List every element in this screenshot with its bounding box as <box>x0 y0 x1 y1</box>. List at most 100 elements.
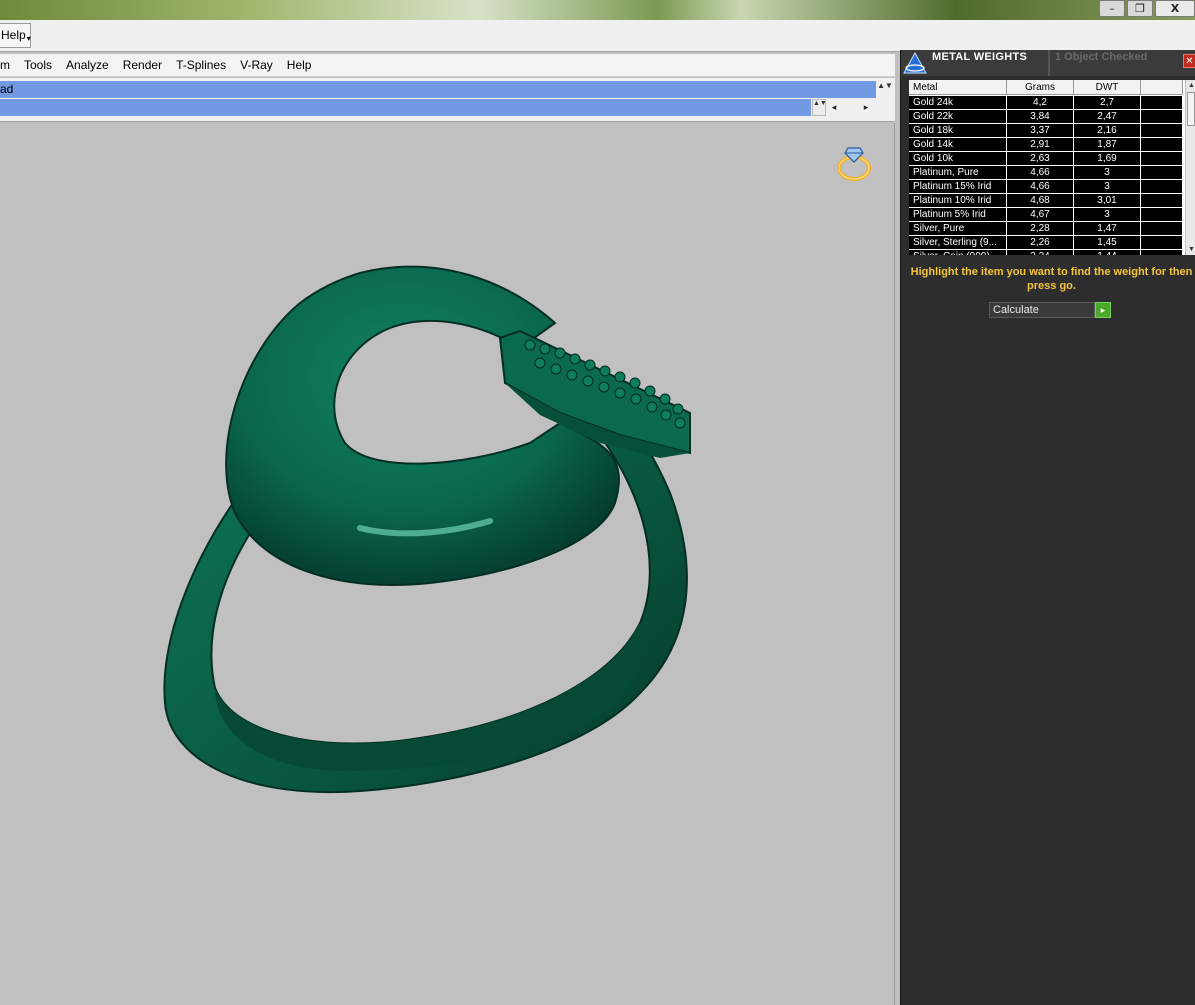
panel-title: METAL WEIGHTS <box>932 51 1028 63</box>
cell-dwt: 1,47 <box>1074 222 1141 235</box>
cell-empty <box>1141 236 1183 249</box>
help-dropdown-label: Help <box>1 28 26 42</box>
table-row[interactable]: Gold 24k 4,2 2,7 <box>909 96 1183 110</box>
table-body: Gold 24k 4,2 2,7 Gold 22k 3,84 2,47 Gold 18k 3,… <box>909 96 1183 255</box>
column-header-metal[interactable]: Metal <box>909 80 1007 94</box>
cell-metal: Silver, Pure <box>909 222 1007 235</box>
cell-dwt: 3 <box>1074 208 1141 221</box>
cell-dwt: 3,01 <box>1074 194 1141 207</box>
cell-grams: 2,28 <box>1007 222 1074 235</box>
cell-empty <box>1141 250 1183 255</box>
minimize-button[interactable]: – <box>1099 0 1125 17</box>
cell-metal: Gold 14k <box>909 138 1007 151</box>
cell-grams: 2,63 <box>1007 152 1074 165</box>
table-row[interactable]: Platinum 5% Irid 4,67 3 <box>909 208 1183 222</box>
perspective-viewport[interactable] <box>0 123 895 1005</box>
command-history-scroll[interactable]: ▲▼ <box>877 81 893 98</box>
command-prompt-input[interactable] <box>0 99 811 116</box>
scroll-down-icon[interactable]: ▼ <box>1186 244 1195 255</box>
cell-empty <box>1141 124 1183 137</box>
menu-item-render[interactable]: Render <box>116 54 169 76</box>
cell-empty <box>1141 166 1183 179</box>
cell-empty <box>1141 152 1183 165</box>
cell-grams: 2,24 <box>1007 250 1074 255</box>
cell-grams: 4,68 <box>1007 194 1074 207</box>
cell-metal: Platinum, Pure <box>909 166 1007 179</box>
cell-dwt: 3 <box>1074 180 1141 193</box>
table-row[interactable]: Gold 14k 2,91 1,87 <box>909 138 1183 152</box>
cell-grams: 3,84 <box>1007 110 1074 123</box>
cell-empty <box>1141 180 1183 193</box>
menu-item-analyze[interactable]: Analyze <box>59 54 116 76</box>
cell-empty <box>1141 194 1183 207</box>
instruction-text: Highlight the item you want to find the … <box>910 266 1193 292</box>
scroll-up-icon[interactable]: ▲ <box>1186 80 1195 91</box>
object-status: 1 Object Checked <box>1055 51 1148 63</box>
cell-dwt: 1,69 <box>1074 152 1141 165</box>
cell-grams: 4,66 <box>1007 166 1074 179</box>
menu-item-t-splines[interactable]: T-Splines <box>169 54 233 76</box>
cell-metal: Gold 10k <box>909 152 1007 165</box>
ring-model[interactable] <box>0 123 895 1005</box>
chevron-down-icon: ▾ <box>26 34 31 43</box>
table-scrollbar[interactable]: ▲ ▼ <box>1185 80 1195 255</box>
close-window-button[interactable]: X <box>1155 0 1195 17</box>
cell-metal: Silver, Coin (900) <box>909 250 1007 255</box>
diamond-ring-icon[interactable] <box>832 140 876 184</box>
cell-metal: Gold 24k <box>909 96 1007 109</box>
go-button[interactable]: ▸ <box>1095 302 1111 318</box>
cell-empty <box>1141 110 1183 123</box>
table-row[interactable]: Silver, Pure 2,28 1,47 <box>909 222 1183 236</box>
help-dropdown-button[interactable]: Help▾ <box>0 23 31 48</box>
cell-grams: 2,91 <box>1007 138 1074 151</box>
table-row[interactable]: Gold 10k 2,63 1,69 <box>909 152 1183 166</box>
calculate-control: Calculate ▸ <box>989 302 1112 318</box>
cell-grams: 4,66 <box>1007 180 1074 193</box>
menu-item-m[interactable]: m <box>0 54 17 76</box>
scroll-right-icon[interactable]: ▸ <box>858 99 874 116</box>
cell-grams: 2,26 <box>1007 236 1074 249</box>
cell-dwt: 2,16 <box>1074 124 1141 137</box>
cell-metal: Platinum 5% Irid <box>909 208 1007 221</box>
cell-empty <box>1141 222 1183 235</box>
cell-grams: 4,2 <box>1007 96 1074 109</box>
menu-item-tools[interactable]: Tools <box>17 54 59 76</box>
scrollbar-thumb[interactable] <box>1187 92 1195 126</box>
table-row[interactable]: Gold 22k 3,84 2,47 <box>909 110 1183 124</box>
weights-table: Metal Grams DWT Gold 24k 4,2 2,7 Gold 22k 3,… <box>909 80 1195 255</box>
menu-item-v-ray[interactable]: V-Ray <box>233 54 280 76</box>
close-icon[interactable]: ✕ <box>1183 54 1195 68</box>
cell-dwt: 1,87 <box>1074 138 1141 151</box>
cell-dwt: 1,44 <box>1074 250 1141 255</box>
cell-dwt: 1,45 <box>1074 236 1141 249</box>
column-header-dwt[interactable]: DWT <box>1074 80 1141 94</box>
cell-metal: Platinum 15% Irid <box>909 180 1007 193</box>
column-header-grams[interactable]: Grams <box>1007 80 1074 94</box>
table-row[interactable]: Silver, Coin (900)2,241,44 <box>909 250 1183 255</box>
cell-metal: Silver, Sterling (9... <box>909 236 1007 249</box>
table-header: Metal Grams DWT <box>909 80 1183 95</box>
column-header-empty <box>1141 80 1183 94</box>
cell-metal: Gold 22k <box>909 110 1007 123</box>
toolbar-strip: Help▾ <box>0 20 1195 52</box>
panel-header: METAL WEIGHTS 1 Object Checked ✕ <box>901 50 1195 76</box>
table-row[interactable]: Silver, Sterling (9... 2,26 1,45 <box>909 236 1183 250</box>
cell-grams: 4,67 <box>1007 208 1074 221</box>
scroll-left-icon[interactable]: ◂ <box>826 99 842 116</box>
table-row[interactable]: Platinum 15% Irid 4,66 3 <box>909 180 1183 194</box>
command-spin-icon[interactable]: ▲▼ <box>812 99 827 116</box>
cell-empty <box>1141 96 1183 109</box>
cell-dwt: 2,47 <box>1074 110 1141 123</box>
cell-dwt: 3 <box>1074 166 1141 179</box>
calculate-select[interactable]: Calculate <box>989 302 1095 318</box>
app-logo-icon <box>903 52 927 74</box>
restore-button[interactable]: ❐ <box>1127 0 1153 17</box>
table-row[interactable]: Gold 18k 3,37 2,16 <box>909 124 1183 138</box>
command-area: ad ▲▼ ▲▼ ◂ ▸ <box>0 78 895 122</box>
table-row[interactable]: Platinum, Pure 4,66 3 <box>909 166 1183 180</box>
menu-item-help[interactable]: Help <box>280 54 319 76</box>
table-row[interactable]: Platinum 10% Irid 4,68 3,01 <box>909 194 1183 208</box>
header-divider <box>1048 50 1050 76</box>
command-history-line: ad <box>0 81 876 98</box>
cell-metal: Gold 18k <box>909 124 1007 137</box>
